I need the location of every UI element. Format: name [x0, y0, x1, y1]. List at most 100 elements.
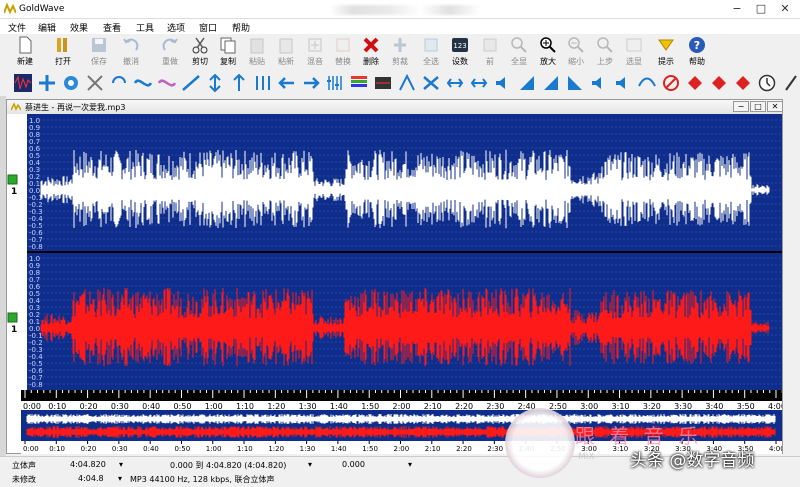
zoom-all-button[interactable]: 全显 — [506, 36, 532, 70]
effect-filter-icon[interactable] — [254, 74, 272, 92]
zoom-out-button[interactable]: 缩小 — [563, 36, 589, 70]
effect-fade-icon[interactable] — [182, 74, 200, 92]
overview-time-label: 0:10 — [49, 445, 65, 453]
channel-number-label: 1 — [11, 187, 17, 197]
effect-fade-out-icon[interactable] — [566, 74, 584, 92]
effect-noise-icon[interactable] — [374, 74, 392, 92]
undo-button[interactable]: 撤消 — [118, 36, 144, 70]
channel-enable-checkbox[interactable] — [7, 174, 18, 185]
cue-button[interactable]: 提示 — [653, 36, 679, 70]
trim-button[interactable]: 剪裁 — [387, 36, 413, 70]
zoom-in-button[interactable]: 放大 — [535, 36, 561, 70]
channel-enable-checkbox[interactable] — [7, 312, 18, 323]
amplitude-tick-label: -0.8 — [29, 381, 43, 389]
position-dropdown-icon[interactable]: ▾ — [408, 460, 412, 469]
menu-effects[interactable]: 效果 — [70, 21, 88, 34]
menu-view[interactable]: 查看 — [103, 21, 121, 34]
paste-button[interactable]: 粘贴 — [244, 36, 270, 70]
effect-expand-icon[interactable] — [470, 74, 488, 92]
overview-time-label: 1:10 — [237, 445, 253, 453]
set-marker-button[interactable]: 123 设数 — [447, 36, 473, 70]
effect-doppler-icon[interactable] — [62, 74, 80, 92]
effect-matrix-icon[interactable] — [590, 74, 608, 92]
effect-diamond-icon[interactable] — [686, 74, 704, 92]
select-all-button[interactable]: 全选 — [418, 36, 444, 70]
effect-mute-icon[interactable] — [662, 74, 680, 92]
menu-help[interactable]: 帮助 — [232, 21, 250, 34]
doc-maximize-button[interactable]: □ — [750, 101, 766, 112]
ruler-background — [7, 114, 27, 390]
copy-icon — [220, 37, 236, 54]
select-all-icon — [424, 38, 438, 52]
effect-reverse-icon[interactable] — [278, 74, 296, 92]
minimize-button[interactable]: − — [726, 0, 748, 19]
time-label: 1:20 — [267, 402, 285, 410]
menu-edit[interactable]: 编辑 — [38, 21, 56, 34]
time-label: 3:40 — [705, 402, 723, 410]
effect-fade-in-icon[interactable] — [542, 74, 560, 92]
previous-button[interactable]: 前 — [477, 36, 503, 70]
effect-swap-icon[interactable] — [86, 74, 104, 92]
effect-diamond3-icon[interactable] — [734, 74, 752, 92]
effect-pan-icon[interactable] — [398, 74, 416, 92]
watermark-logo-text: 跟 着 音 乐 — [575, 424, 703, 448]
effect-stretch-icon[interactable] — [38, 74, 56, 92]
effect-invert-icon[interactable] — [206, 74, 224, 92]
delete-icon — [363, 37, 379, 53]
goldwave-doc-icon — [11, 102, 21, 111]
menu-options[interactable]: 选项 — [167, 21, 185, 34]
delete-button[interactable]: 删除 — [358, 36, 384, 70]
replace-button[interactable]: 替换 — [330, 36, 356, 70]
effect-mechanize-icon[interactable] — [302, 74, 320, 92]
zoom-previous-button[interactable]: 上步 — [592, 36, 618, 70]
effect-waveform-icon[interactable] — [14, 74, 32, 92]
effect-echo-icon[interactable] — [110, 74, 128, 92]
doc-minimize-button[interactable]: − — [733, 101, 749, 112]
document-window: 蔡进生 - 再说一次爱我.mp3 − □ ✕ 1.0 0.9 0.8 0.7 0.6 0.… — [6, 99, 783, 454]
effect-diamond2-icon[interactable] — [710, 74, 728, 92]
effect-equalizer-icon[interactable] — [326, 74, 344, 92]
waveform-view[interactable]: 1.00.90.80.70.60.50.40.30.20.10.0-0.1-0.… — [7, 114, 782, 390]
length-dropdown-icon[interactable]: ▾ — [118, 474, 122, 483]
effect-wave-shape-icon[interactable] — [134, 74, 152, 92]
undo-icon — [123, 38, 139, 51]
menu-tools[interactable]: 工具 — [136, 21, 154, 34]
close-button[interactable]: ✕ — [774, 0, 796, 19]
open-button[interactable]: 打开 — [50, 36, 76, 70]
status-dropdown-icon[interactable]: ▾ — [119, 460, 123, 469]
status-selection: 0.000 到 4:04.820 (4:04.820) — [170, 461, 287, 470]
maximize-button[interactable]: □ — [750, 0, 772, 19]
time-warp-clock-icon[interactable] — [758, 74, 776, 92]
new-button[interactable]: 新建 — [12, 36, 38, 70]
effect-shape-icon[interactable] — [638, 74, 656, 92]
redo-button[interactable]: 重做 — [157, 36, 183, 70]
copy-button[interactable]: 复制 — [215, 36, 241, 70]
effect-compressor-icon[interactable] — [518, 74, 536, 92]
doc-close-button[interactable]: ✕ — [767, 101, 783, 112]
effect-spectrum-icon[interactable] — [350, 74, 368, 92]
help-button[interactable]: ? 帮助 — [684, 36, 710, 70]
effect-pitch-icon[interactable] — [422, 74, 440, 92]
paste-new-button[interactable]: 粘新 — [273, 36, 299, 70]
timeline-ruler[interactable]: 0:00 0:10 0:20 0:30 0:40 0:50 1:00 1:10 1:20 1:30… — [21, 390, 782, 410]
effect-resample-icon[interactable] — [446, 74, 464, 92]
mix-button[interactable]: 混音 — [302, 36, 328, 70]
effect-flanger-icon[interactable] — [158, 74, 176, 92]
time-label: 3:00 — [580, 402, 598, 410]
menu-file[interactable]: 文件 — [8, 21, 26, 34]
selection-dropdown-icon[interactable]: ▾ — [308, 460, 312, 469]
effect-volume-icon[interactable] — [494, 74, 512, 92]
menu-bar: 文件 编辑 效果 查看 工具 选项 窗口 帮助 — [0, 19, 800, 34]
scissors-icon — [192, 37, 208, 54]
effect-limit-icon[interactable] — [614, 74, 632, 92]
overview-time-label: 0:00 — [23, 445, 39, 453]
save-button[interactable]: 保存 — [86, 36, 112, 70]
more-effects-icon[interactable] — [782, 74, 800, 92]
cut-button[interactable]: 剪切 — [187, 36, 213, 70]
effect-offset-icon[interactable] — [230, 74, 248, 92]
zoom-selection-button[interactable]: 选显 — [621, 36, 647, 70]
time-label: 0:10 — [48, 402, 66, 410]
new-file-icon — [19, 36, 32, 54]
overview-time-label: 2:30 — [487, 445, 503, 453]
menu-window[interactable]: 窗口 — [199, 21, 217, 34]
